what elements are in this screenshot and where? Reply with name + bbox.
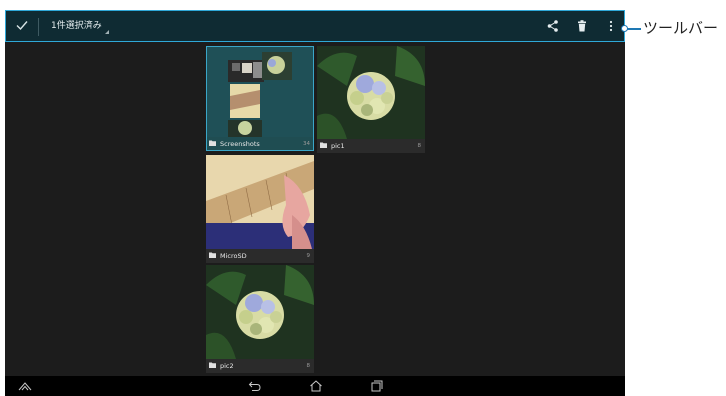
- album-count: 8: [306, 363, 311, 369]
- album-thumbnail: [206, 155, 314, 249]
- album-name: MicroSD: [220, 252, 247, 260]
- album-tile-pic1[interactable]: pic1 8: [317, 46, 425, 153]
- action-bar-divider: [38, 18, 39, 36]
- dropdown-corner-icon: [105, 30, 109, 34]
- album-tile-screenshots[interactable]: Screenshots 34: [206, 46, 314, 151]
- back-icon[interactable]: [248, 380, 262, 392]
- album-caption: pic1 8: [317, 139, 425, 153]
- system-navigation-bar: [5, 376, 625, 396]
- album-caption: pic2 8: [206, 359, 314, 373]
- album-name: pic2: [220, 362, 234, 370]
- callout-line: [627, 28, 641, 30]
- album-tile-pic2[interactable]: pic2 8: [206, 265, 314, 373]
- hydrangea-image: [317, 46, 425, 139]
- guitar-image: [206, 155, 314, 249]
- album-count: 8: [417, 143, 422, 149]
- check-icon[interactable]: [15, 18, 29, 32]
- album-count: 34: [303, 141, 310, 147]
- screenshots-collage-image: [206, 46, 314, 137]
- album-name: pic1: [331, 142, 345, 150]
- album-caption: MicroSD 9: [206, 249, 314, 263]
- overflow-menu-icon[interactable]: [604, 19, 618, 33]
- album-caption: Screenshots 34: [206, 137, 314, 151]
- hydrangea-image: [206, 265, 314, 359]
- album-thumbnail: [206, 265, 314, 359]
- action-bar: 1件選択済み: [5, 10, 625, 42]
- folder-icon: [209, 252, 216, 258]
- album-name: Screenshots: [220, 140, 260, 148]
- folder-icon: [209, 140, 216, 146]
- album-tile-microsd[interactable]: MicroSD 9: [206, 155, 314, 263]
- recent-apps-icon[interactable]: [370, 380, 384, 392]
- home-icon[interactable]: [309, 380, 323, 392]
- album-thumbnail: [206, 46, 314, 137]
- toolbar-callout-label: ツールバー: [643, 19, 719, 37]
- album-count: 9: [306, 253, 311, 259]
- album-thumbnail: [317, 46, 425, 139]
- share-icon[interactable]: [546, 19, 560, 33]
- up-icon[interactable]: [18, 380, 32, 392]
- gallery-screen: 1件選択済み Screenshots 34 pic1 8 MicroSD 9 p…: [5, 10, 625, 396]
- trash-icon[interactable]: [575, 19, 589, 33]
- folder-icon: [320, 142, 327, 148]
- folder-icon: [209, 362, 216, 368]
- selection-count-title[interactable]: 1件選択済み: [51, 20, 102, 32]
